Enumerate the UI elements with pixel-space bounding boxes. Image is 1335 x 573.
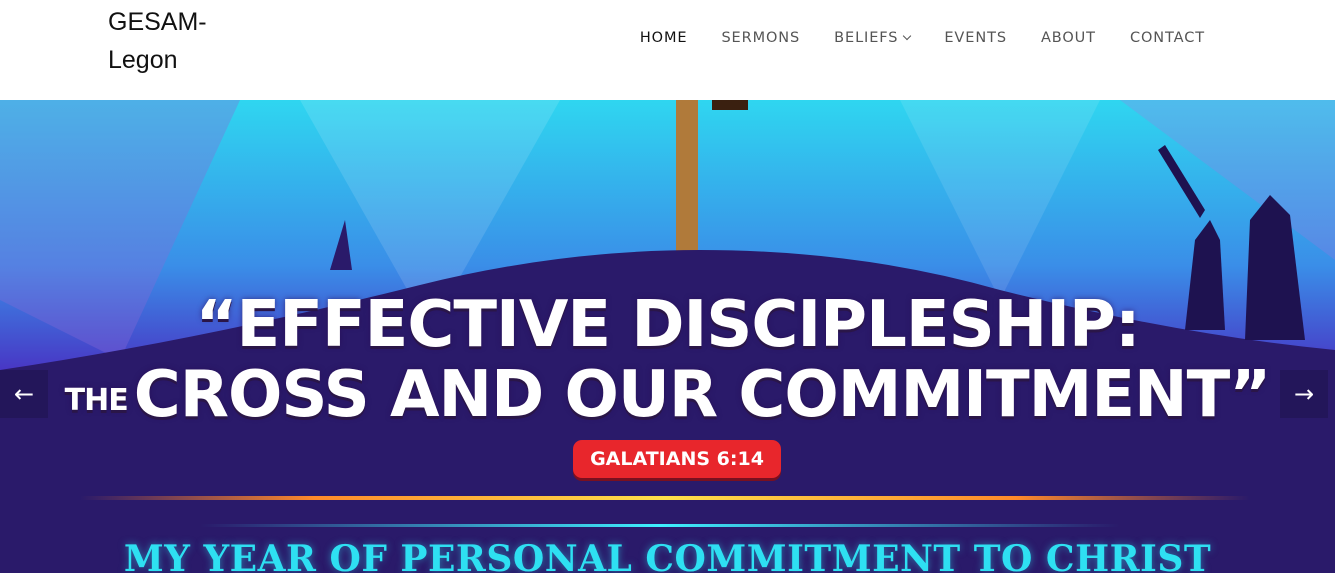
nav-item-label: CONTACT <box>1129 30 1205 46</box>
nav-item-label: SERMONS <box>721 30 801 46</box>
hero-headline-the: THE <box>64 383 129 418</box>
site-title-line2: Legon <box>108 46 178 74</box>
nav-item-label: ABOUT <box>1040 30 1096 46</box>
nav-item-label: HOME <box>639 30 688 46</box>
main-nav: HOME SERMONS BELIEFS EVENTS ABOUT CONTAC… <box>606 24 1205 52</box>
hero-motto: MY YEAR OF PERSONAL COMMITMENT TO CHRIST <box>123 538 1212 573</box>
hero-headline-line2-text: CROSS AND OUR COMMITMENT” <box>133 358 1272 432</box>
arrow-left-icon: ← <box>13 380 35 408</box>
hero-headline-line1: “EFFECTIVE DISCIPLESHIP: <box>195 288 1140 362</box>
chevron-down-icon <box>903 31 912 41</box>
site-title-link[interactable]: GESAM- Legon <box>108 3 248 79</box>
slider-next-button[interactable]: → <box>1280 370 1328 418</box>
site-header: GESAM- Legon HOME SERMONS BELIEFS EVENTS… <box>0 0 1335 100</box>
nav-item-events[interactable]: EVENTS <box>944 30 1007 46</box>
hero-slider: “EFFECTIVE DISCIPLESHIP: THECROSS AND OU… <box>0 100 1335 573</box>
nav-item-label: EVENTS <box>944 30 1007 46</box>
nav-item-home[interactable]: HOME <box>640 30 688 46</box>
nav-item-about[interactable]: ABOUT <box>1041 30 1096 46</box>
nav-item-beliefs[interactable]: BELIEFS <box>834 30 912 46</box>
nav-item-contact[interactable]: CONTACT <box>1130 30 1205 46</box>
arrow-right-icon: → <box>1293 380 1315 408</box>
hero-headline-line2: THECROSS AND OUR COMMITMENT” <box>0 358 1335 432</box>
verse-badge: GALATIANS 6:14 <box>573 440 781 478</box>
nav-item-sermons[interactable]: SERMONS <box>721 30 800 46</box>
site-title-line1: GESAM- <box>108 8 207 36</box>
nav-item-label: BELIEFS <box>834 30 899 46</box>
slider-prev-button[interactable]: ← <box>0 370 48 418</box>
